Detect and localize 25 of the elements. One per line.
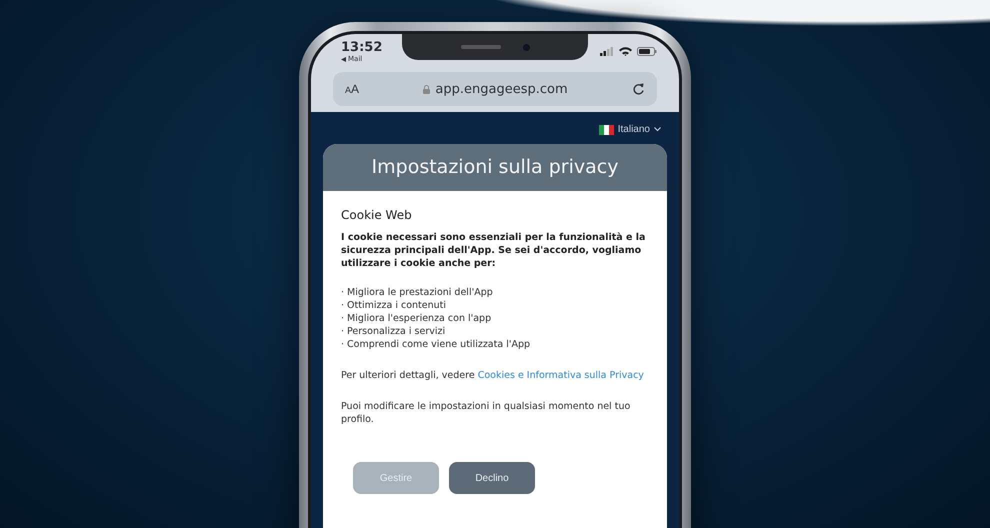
bullet-item: · Migliora l'esperienza con l'app	[341, 312, 492, 325]
intro-text: I cookie necessari sono essenziali per la funzionalità e la sicurezza principali dell'App. Se sei d'accordo, vogliamo utilizzare i cookie anche per:	[341, 231, 646, 270]
wifi-icon	[619, 47, 632, 56]
flag-icon	[598, 124, 614, 134]
reload-icon[interactable]	[632, 82, 645, 96]
status-time: 13:52	[341, 40, 382, 55]
bullet-item: · Personalizza i servizi	[341, 325, 446, 338]
chevron-down-icon	[654, 127, 661, 132]
lock-icon	[423, 84, 430, 94]
bullet-item: · Comprendi come viene utilizzata l'App	[341, 338, 532, 351]
back-arrow-icon	[341, 56, 346, 62]
bullet-item: · Ottimizza i contenuti	[341, 299, 448, 312]
url-text: app.engageesp.com	[423, 82, 568, 96]
privacy-link[interactable]: Cookies e Informativa sulla Privacy	[478, 370, 644, 381]
section-title: Cookie Web	[341, 209, 413, 222]
details-text: Per ulteriori dettagli, vedere Cookies e Informativa sulla Privacy	[341, 369, 645, 382]
text-size-button[interactable]: AA	[345, 82, 360, 96]
signal-icon	[600, 47, 614, 56]
dialog-title: Impostazioni sulla privacy	[323, 144, 667, 191]
language-selector[interactable]: Italiano	[598, 124, 667, 135]
address-bar[interactable]: AA app.engageesp.com	[333, 72, 657, 106]
bullet-item: · Migliora le prestazioni dell'App	[341, 286, 494, 299]
dialog-button[interactable]: Declino	[449, 462, 535, 494]
battery-icon	[637, 47, 657, 56]
note-text: Puoi modificare le impostazioni in qualsiasi momento nel tuo profilo.	[341, 400, 632, 426]
